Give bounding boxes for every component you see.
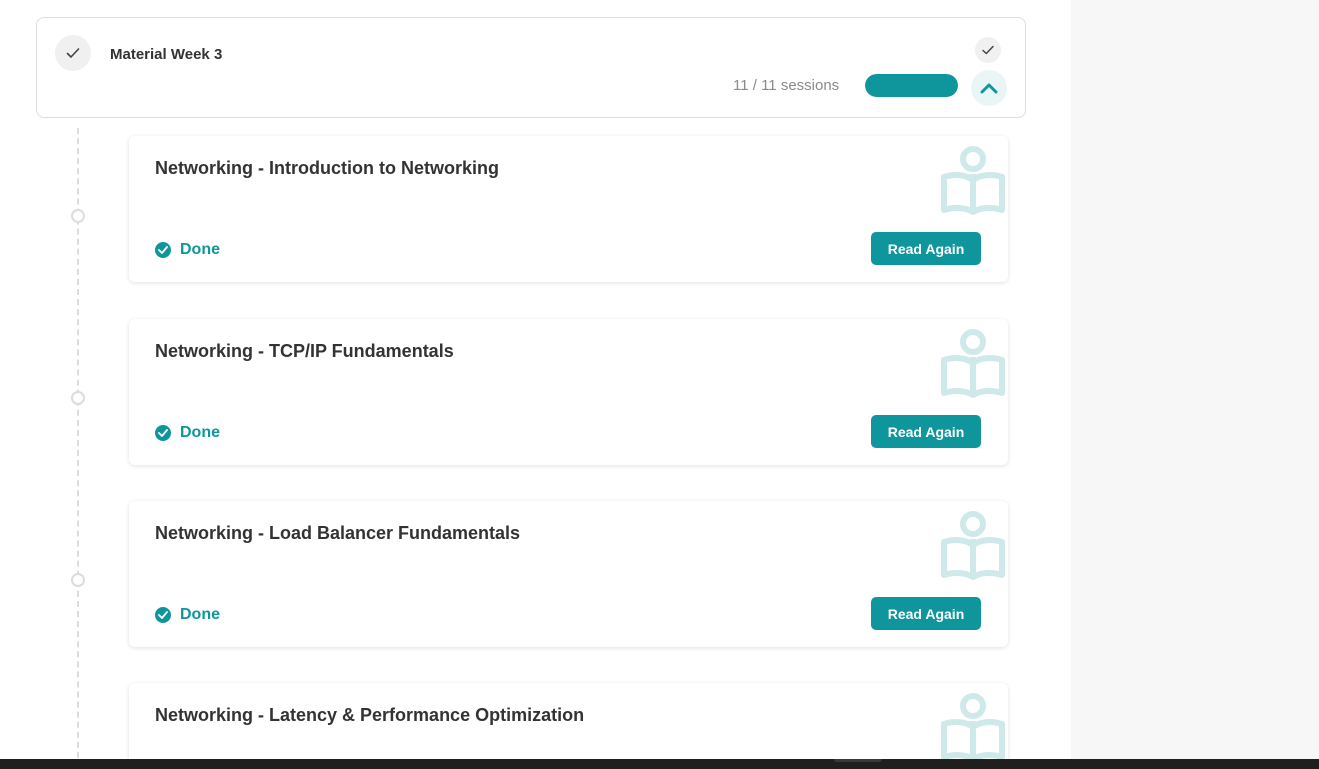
week-header-card[interactable]: Material Week 3 11 / 11 sessions (36, 17, 1026, 118)
read-again-button[interactable]: Read Again (871, 415, 981, 448)
timeline-dot (71, 209, 85, 223)
session-status: Done (155, 241, 220, 259)
read-again-button[interactable]: Read Again (871, 597, 981, 630)
reading-book-icon (941, 329, 1005, 398)
collapse-button[interactable] (971, 70, 1007, 106)
check-circle-icon (155, 607, 171, 623)
status-label: Done (180, 424, 220, 441)
session-card[interactable]: Networking - Latency & Performance Optim… (129, 683, 1008, 769)
status-label: Done (180, 241, 220, 258)
read-again-button[interactable]: Read Again (871, 232, 981, 265)
chevron-up-icon (980, 83, 998, 94)
session-card[interactable]: Networking - Load Balancer Fundamentals … (129, 501, 1008, 647)
check-circle-icon (155, 425, 171, 441)
session-status: Done (155, 606, 220, 624)
taskbar (0, 759, 1319, 769)
reading-book-icon (941, 511, 1005, 580)
week-complete-check-icon (975, 37, 1001, 63)
timeline-line (77, 128, 79, 768)
session-title: Networking - Latency & Performance Optim… (155, 705, 585, 725)
session-card[interactable]: Networking - Introduction to Networking … (129, 136, 1008, 282)
session-status: Done (155, 424, 220, 442)
week-title: Material Week 3 (110, 46, 223, 63)
check-circle-icon (155, 242, 171, 258)
taskbar-handle (834, 759, 882, 762)
session-title: Networking - TCP/IP Fundamentals (155, 341, 454, 361)
timeline-dot (71, 391, 85, 405)
reading-book-icon (941, 693, 1005, 762)
session-title: Networking - Introduction to Networking (155, 158, 499, 178)
session-title: Networking - Load Balancer Fundamentals (155, 523, 521, 543)
right-panel (1071, 0, 1319, 769)
session-card[interactable]: Networking - TCP/IP Fundamentals Done Re… (129, 319, 1008, 465)
timeline-dot (71, 573, 85, 587)
week-progress-fill (865, 74, 958, 97)
week-status-check-icon (55, 35, 91, 71)
reading-book-icon (941, 146, 1005, 215)
sessions-count: 11 / 11 sessions (733, 77, 840, 94)
week-progress-bar (865, 74, 958, 97)
status-label: Done (180, 606, 220, 623)
